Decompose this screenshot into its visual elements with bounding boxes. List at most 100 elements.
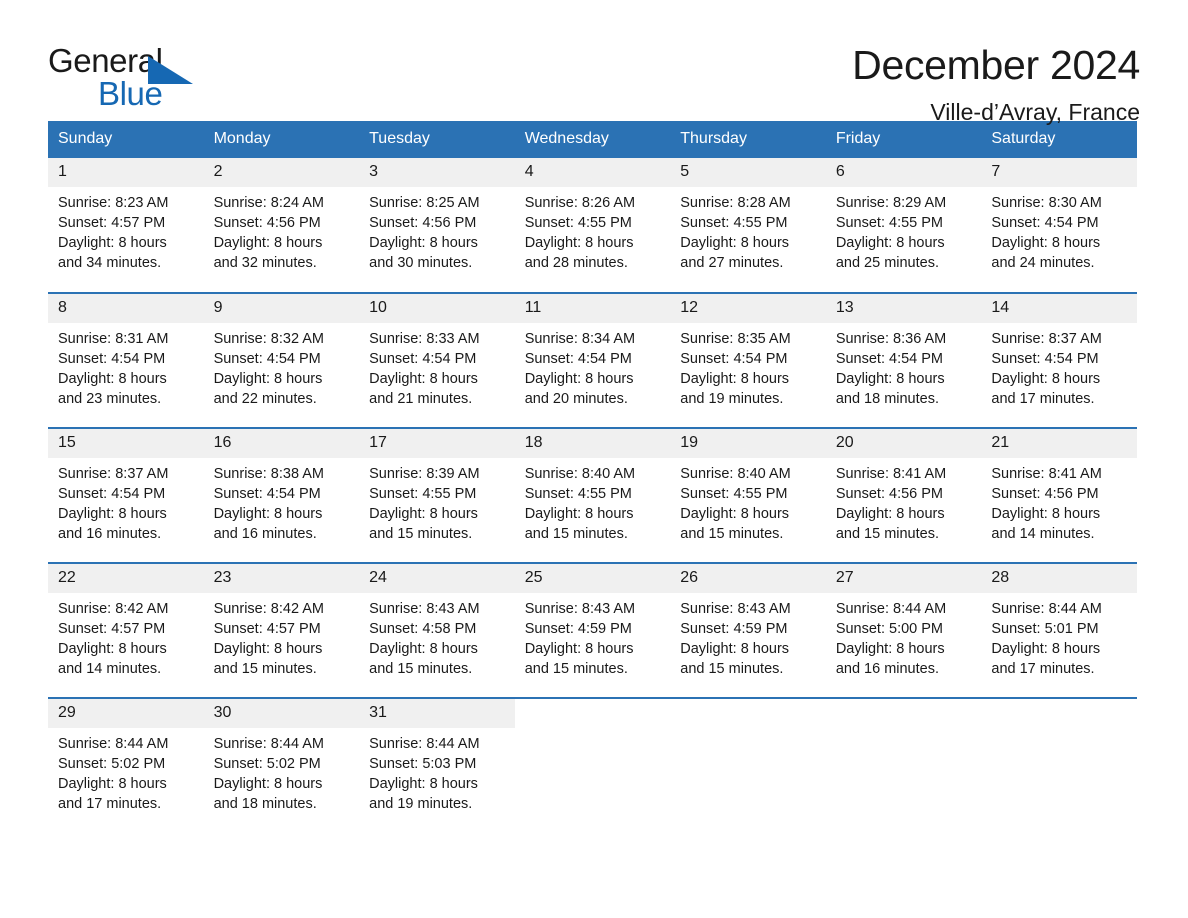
weekday-header-friday: Friday xyxy=(825,121,982,158)
logo-text-blue: Blue xyxy=(98,75,163,112)
day-number: 16 xyxy=(203,429,360,458)
calendar-day-cell[interactable]: 25 Sunrise: 8:43 AM Sunset: 4:59 PM Dayligh… xyxy=(514,562,671,698)
daylight-duration-line1: Daylight: 8 hours xyxy=(835,234,945,251)
day-details: Sunrise: 8:38 AM Sunset: 4:54 PM Daylight:… xyxy=(204,458,360,544)
sunset-time: Sunset: 4:56 PM xyxy=(991,485,1099,502)
day-number: 25 xyxy=(514,564,671,593)
daylight-duration-line2: and 15 minutes. xyxy=(369,525,473,542)
daylight-duration-line2: and 15 minutes. xyxy=(524,525,628,542)
day-number: 12 xyxy=(670,294,826,323)
daylight-duration-line2: and 22 minutes. xyxy=(213,390,317,407)
weekday-header-thursday: Thursday xyxy=(670,121,826,158)
calendar-day-cell[interactable]: 19 Sunrise: 8:40 AM Sunset: 4:55 PM Dayligh… xyxy=(670,427,826,563)
calendar-day-cell[interactable]: 24 Sunrise: 8:43 AM Sunset: 4:58 PM Dayligh… xyxy=(359,562,515,698)
day-details: Sunrise: 8:41 AM Sunset: 4:56 PM Daylight:… xyxy=(981,458,1137,544)
calendar-day-cell[interactable]: 3 Sunrise: 8:25 AM Sunset: 4:56 PM Daylight… xyxy=(359,158,515,293)
calendar-day-cell[interactable]: 18 Sunrise: 8:40 AM Sunset: 4:55 PM Dayligh… xyxy=(514,427,671,563)
calendar-day-cell[interactable]: 15 Sunrise: 8:37 AM Sunset: 4:54 PM Dayligh… xyxy=(48,427,204,563)
sunset-time: Sunset: 4:59 PM xyxy=(524,620,632,637)
daylight-duration-line1: Daylight: 8 hours xyxy=(835,505,945,522)
day-details: Sunrise: 8:44 AM Sunset: 5:03 PM Daylight:… xyxy=(359,728,515,814)
sunrise-time: Sunrise: 8:31 AM xyxy=(58,330,169,347)
sunset-time: Sunset: 4:55 PM xyxy=(680,485,788,502)
daylight-duration-line1: Daylight: 8 hours xyxy=(369,234,478,251)
sunrise-time: Sunrise: 8:30 AM xyxy=(991,194,1102,211)
sunset-time: Sunset: 4:55 PM xyxy=(369,485,477,502)
calendar-day-cell[interactable]: 10 Sunrise: 8:33 AM Sunset: 4:54 PM Dayligh… xyxy=(359,292,515,428)
sunset-time: Sunset: 4:55 PM xyxy=(524,214,632,231)
daylight-duration-line2: and 15 minutes. xyxy=(213,660,317,677)
calendar-day-cell[interactable]: 16 Sunrise: 8:38 AM Sunset: 4:54 PM Dayligh… xyxy=(203,427,360,563)
sunset-time: Sunset: 4:54 PM xyxy=(213,350,321,367)
day-details: Sunrise: 8:43 AM Sunset: 4:58 PM Daylight:… xyxy=(359,593,515,679)
calendar-day-cell[interactable]: 8 Sunrise: 8:31 AM Sunset: 4:54 PM Daylight… xyxy=(48,292,204,428)
sunrise-sunset-calendar: Sunday Monday Tuesday Wednesday Thursday… xyxy=(48,121,1137,833)
sunrise-time: Sunrise: 8:29 AM xyxy=(835,194,947,211)
calendar-day-cell[interactable]: 28 Sunrise: 8:44 AM Sunset: 5:01 PM Dayligh… xyxy=(981,562,1137,698)
calendar-day-cell[interactable]: 4 Sunrise: 8:26 AM Sunset: 4:55 PM Daylight… xyxy=(514,158,671,293)
day-details: Sunrise: 8:25 AM Sunset: 4:56 PM Daylight:… xyxy=(359,187,515,273)
day-details: Sunrise: 8:34 AM Sunset: 4:54 PM Daylight:… xyxy=(515,323,671,409)
calendar-day-cell[interactable]: 29 Sunrise: 8:44 AM Sunset: 5:02 PM Dayligh… xyxy=(48,697,204,833)
day-number: 13 xyxy=(825,294,982,323)
calendar-day-cell[interactable]: 23 Sunrise: 8:42 AM Sunset: 4:57 PM Dayligh… xyxy=(203,562,360,698)
daylight-duration-line1: Daylight: 8 hours xyxy=(369,370,478,387)
sunrise-time: Sunrise: 8:32 AM xyxy=(213,330,324,347)
calendar-day-cell[interactable]: 30 Sunrise: 8:44 AM Sunset: 5:02 PM Dayligh… xyxy=(203,697,360,833)
daylight-duration-line2: and 27 minutes. xyxy=(680,254,784,271)
weekday-header-wednesday: Wednesday xyxy=(514,121,671,158)
calendar-day-cell[interactable]: 26 Sunrise: 8:43 AM Sunset: 4:59 PM Dayligh… xyxy=(670,562,826,698)
general-blue-logo[interactable]: General Blue xyxy=(48,44,198,116)
sunrise-time: Sunrise: 8:34 AM xyxy=(524,330,636,347)
calendar-day-cell[interactable]: 13 Sunrise: 8:36 AM Sunset: 4:54 PM Dayligh… xyxy=(825,292,982,428)
day-number: 9 xyxy=(203,294,360,323)
calendar-day-cell[interactable]: 5 Sunrise: 8:28 AM Sunset: 4:55 PM Daylight… xyxy=(670,158,826,293)
day-details: Sunrise: 8:30 AM Sunset: 4:54 PM Daylight:… xyxy=(981,187,1137,273)
sunset-time: Sunset: 4:54 PM xyxy=(524,350,632,367)
calendar-empty-cell xyxy=(670,697,826,833)
day-details: Sunrise: 8:35 AM Sunset: 4:54 PM Daylight:… xyxy=(670,323,826,409)
day-number xyxy=(514,699,671,726)
day-details: Sunrise: 8:28 AM Sunset: 4:55 PM Daylight:… xyxy=(670,187,826,273)
calendar-day-cell[interactable]: 1 Sunrise: 8:23 AM Sunset: 4:57 PM Daylight… xyxy=(48,158,204,293)
sunset-time: Sunset: 5:03 PM xyxy=(369,755,477,772)
calendar-week-row: 8 Sunrise: 8:31 AM Sunset: 4:54 PM Daylight… xyxy=(48,292,1137,428)
sunset-time: Sunset: 4:54 PM xyxy=(991,214,1099,231)
daylight-duration-line1: Daylight: 8 hours xyxy=(524,505,634,522)
daylight-duration-line1: Daylight: 8 hours xyxy=(58,775,167,792)
daylight-duration-line2: and 32 minutes. xyxy=(213,254,317,271)
day-number: 19 xyxy=(670,429,826,458)
calendar-day-cell[interactable]: 7 Sunrise: 8:30 AM Sunset: 4:54 PM Daylight… xyxy=(981,158,1137,293)
page-title: December 2024 xyxy=(852,42,1140,88)
day-details: Sunrise: 8:43 AM Sunset: 4:59 PM Daylight:… xyxy=(515,593,671,679)
calendar-day-cell[interactable]: 21 Sunrise: 8:41 AM Sunset: 4:56 PM Dayligh… xyxy=(981,427,1137,563)
calendar-day-cell[interactable]: 17 Sunrise: 8:39 AM Sunset: 4:55 PM Dayligh… xyxy=(359,427,515,563)
sunrise-time: Sunrise: 8:40 AM xyxy=(524,465,636,482)
day-details: Sunrise: 8:44 AM Sunset: 5:00 PM Daylight:… xyxy=(826,593,982,679)
day-details: Sunrise: 8:37 AM Sunset: 4:54 PM Daylight:… xyxy=(981,323,1137,409)
calendar-day-cell[interactable]: 12 Sunrise: 8:35 AM Sunset: 4:54 PM Dayligh… xyxy=(670,292,826,428)
calendar-day-cell[interactable]: 9 Sunrise: 8:32 AM Sunset: 4:54 PM Daylight… xyxy=(203,292,360,428)
daylight-duration-line1: Daylight: 8 hours xyxy=(991,234,1101,251)
day-number: 28 xyxy=(981,564,1137,593)
calendar-day-cell[interactable]: 11 Sunrise: 8:34 AM Sunset: 4:54 PM Dayligh… xyxy=(514,292,671,428)
day-number: 20 xyxy=(825,429,982,458)
day-details xyxy=(826,726,982,732)
sunrise-time: Sunrise: 8:23 AM xyxy=(58,194,169,211)
day-details xyxy=(981,726,1137,732)
daylight-duration-line1: Daylight: 8 hours xyxy=(58,505,167,522)
day-details: Sunrise: 8:36 AM Sunset: 4:54 PM Daylight:… xyxy=(826,323,982,409)
calendar-day-cell[interactable]: 22 Sunrise: 8:42 AM Sunset: 4:57 PM Dayligh… xyxy=(48,562,204,698)
calendar-day-cell[interactable]: 14 Sunrise: 8:37 AM Sunset: 4:54 PM Dayligh… xyxy=(981,292,1137,428)
daylight-duration-line1: Daylight: 8 hours xyxy=(213,505,323,522)
calendar-day-cell[interactable]: 2 Sunrise: 8:24 AM Sunset: 4:56 PM Daylight… xyxy=(203,158,360,293)
calendar-day-cell[interactable]: 27 Sunrise: 8:44 AM Sunset: 5:00 PM Dayligh… xyxy=(825,562,982,698)
calendar-day-cell[interactable]: 31 Sunrise: 8:44 AM Sunset: 5:03 PM Dayligh… xyxy=(359,697,515,833)
calendar-day-cell[interactable]: 20 Sunrise: 8:41 AM Sunset: 4:56 PM Dayligh… xyxy=(825,427,982,563)
day-details: Sunrise: 8:42 AM Sunset: 4:57 PM Daylight:… xyxy=(48,593,204,679)
daylight-duration-line1: Daylight: 8 hours xyxy=(58,640,167,657)
daylight-duration-line2: and 21 minutes. xyxy=(369,390,473,407)
sunset-time: Sunset: 5:02 PM xyxy=(58,755,166,772)
calendar-day-cell[interactable]: 6 Sunrise: 8:29 AM Sunset: 4:55 PM Daylight… xyxy=(825,158,982,293)
weekday-header-monday: Monday xyxy=(203,121,360,158)
